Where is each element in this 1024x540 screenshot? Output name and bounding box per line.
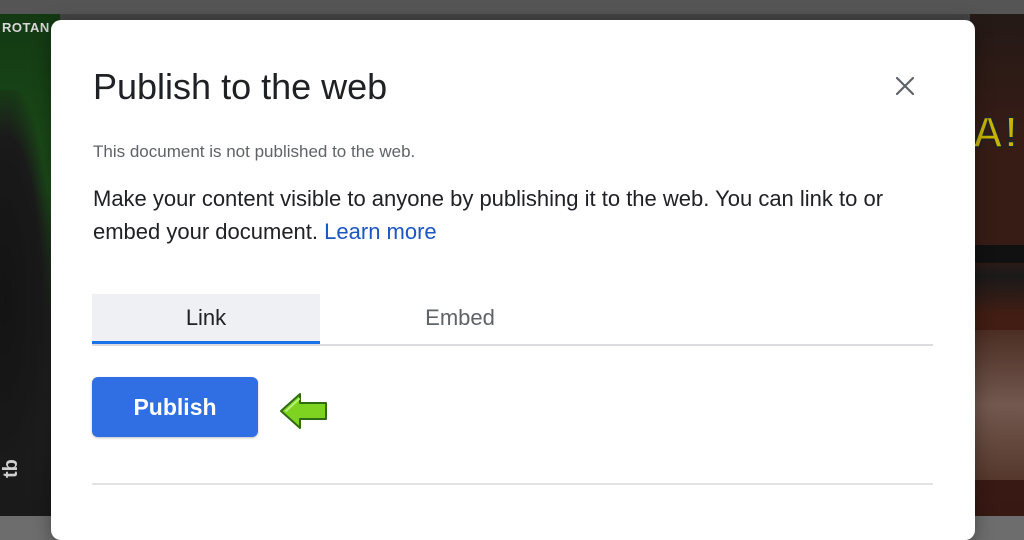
publish-tabs: Link Embed <box>92 294 933 346</box>
publish-button[interactable]: Publish <box>92 377 258 437</box>
tab-link[interactable]: Link <box>92 294 320 344</box>
publish-dialog: Publish to the web This document is not … <box>51 20 975 540</box>
close-button[interactable] <box>887 68 923 104</box>
publish-status-text: This document is not published to the we… <box>93 142 416 161</box>
close-icon <box>895 76 915 96</box>
tab-embed[interactable]: Embed <box>346 294 574 342</box>
bottom-divider <box>92 483 933 485</box>
background-banner-text: A! <box>971 107 1019 158</box>
background-corner-text: ROTAN <box>2 20 50 35</box>
background-side-text: tb <box>0 459 22 478</box>
description-text: Make your content visible to anyone by p… <box>93 186 884 244</box>
learn-more-link[interactable]: Learn more <box>324 219 437 244</box>
green-arrow-icon <box>280 393 327 429</box>
dialog-title: Publish to the web <box>93 66 388 107</box>
dialog-description: Make your content visible to anyone by p… <box>93 182 933 248</box>
